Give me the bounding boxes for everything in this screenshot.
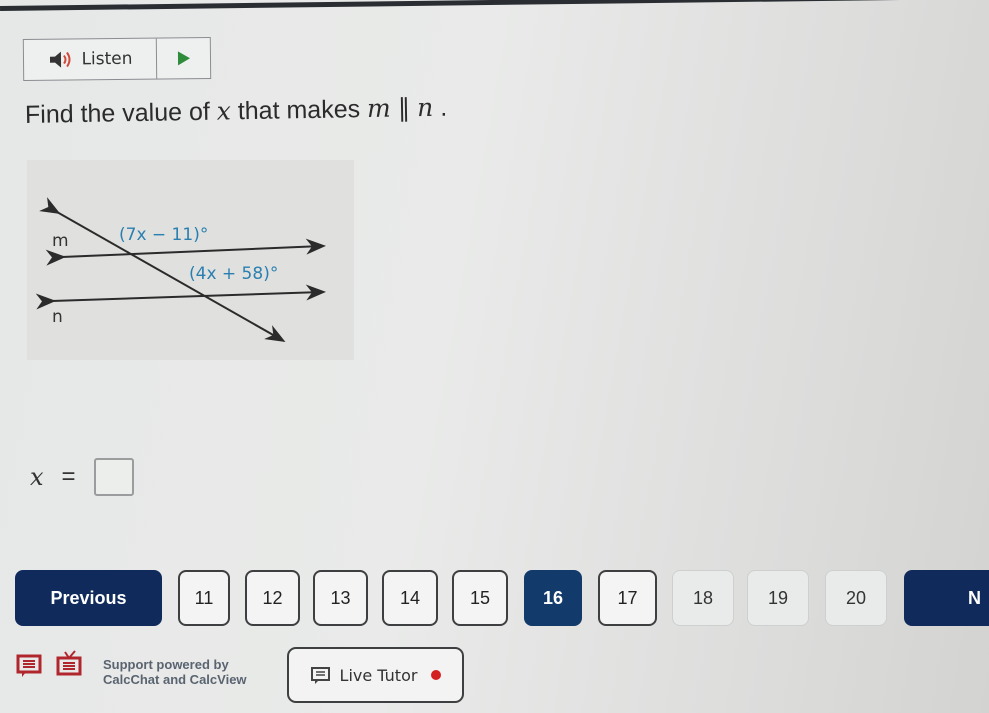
angle-bottom-label: (4x + 58)°: [189, 264, 278, 284]
question-navigation: Previous 11 12 13 14 15 16 17 18 19 20 N: [15, 570, 989, 628]
page-19-button[interactable]: 19: [747, 570, 809, 626]
support-line-1: Support powered by: [103, 657, 229, 672]
previous-button[interactable]: Previous: [15, 570, 162, 626]
question-middle: that makes: [230, 95, 368, 126]
line-m-label: m: [52, 231, 69, 251]
page-11-button[interactable]: 11: [178, 570, 230, 626]
play-icon: [177, 51, 190, 66]
page-16-button-current[interactable]: 16: [524, 570, 582, 626]
page-20-button[interactable]: 20: [825, 570, 887, 626]
top-divider: [0, 0, 989, 11]
question-suffix: .: [433, 93, 448, 122]
figure-diagram: m n (7x − 11)° (4x + 58)°: [35, 197, 326, 342]
question-line-n: n: [416, 92, 434, 123]
support-line-2: CalcChat and CalcView: [103, 672, 247, 687]
answer-row: x =: [30, 458, 134, 496]
status-dot: [431, 670, 442, 680]
angle-top-label: (7x − 11)°: [119, 225, 208, 245]
listen-label: Listen: [81, 48, 133, 70]
next-button[interactable]: N: [904, 570, 989, 626]
question-variable: x: [216, 96, 232, 126]
answer-input[interactable]: [93, 458, 134, 496]
page-17-button[interactable]: 17: [598, 570, 657, 626]
calcview-icon[interactable]: [55, 650, 85, 680]
chat-icon: [310, 667, 330, 684]
question-line-m: m: [366, 93, 391, 124]
listen-button[interactable]: Listen: [23, 38, 158, 80]
line-m: [45, 238, 326, 266]
page-15-button[interactable]: 15: [452, 570, 508, 626]
live-tutor-label: Live Tutor: [339, 665, 418, 685]
live-tutor-button[interactable]: Live Tutor: [287, 647, 464, 703]
parallel-lines-figure: m n (7x − 11)° (4x + 58)°: [27, 160, 354, 360]
equals-sign: =: [61, 463, 76, 490]
listen-widget: Listen: [22, 37, 212, 81]
question-text: Find the value of x that makes m ∥ n .: [25, 93, 448, 130]
page-13-button[interactable]: 13: [313, 570, 368, 626]
support-text: Support powered by CalcChat and CalcView: [103, 657, 247, 687]
answer-variable: x: [30, 463, 44, 491]
play-button[interactable]: [157, 38, 210, 79]
page-14-button[interactable]: 14: [382, 570, 438, 626]
calcchat-icon[interactable]: [15, 650, 45, 680]
support-icons: [15, 650, 85, 680]
page-12-button[interactable]: 12: [245, 570, 300, 626]
parallel-symbol: ∥: [397, 94, 411, 123]
speaker-icon: [49, 51, 71, 68]
line-n-label: n: [52, 307, 63, 327]
line-n: [35, 284, 326, 310]
question-prefix: Find the value of: [24, 97, 218, 129]
page-18-button[interactable]: 18: [672, 570, 734, 626]
